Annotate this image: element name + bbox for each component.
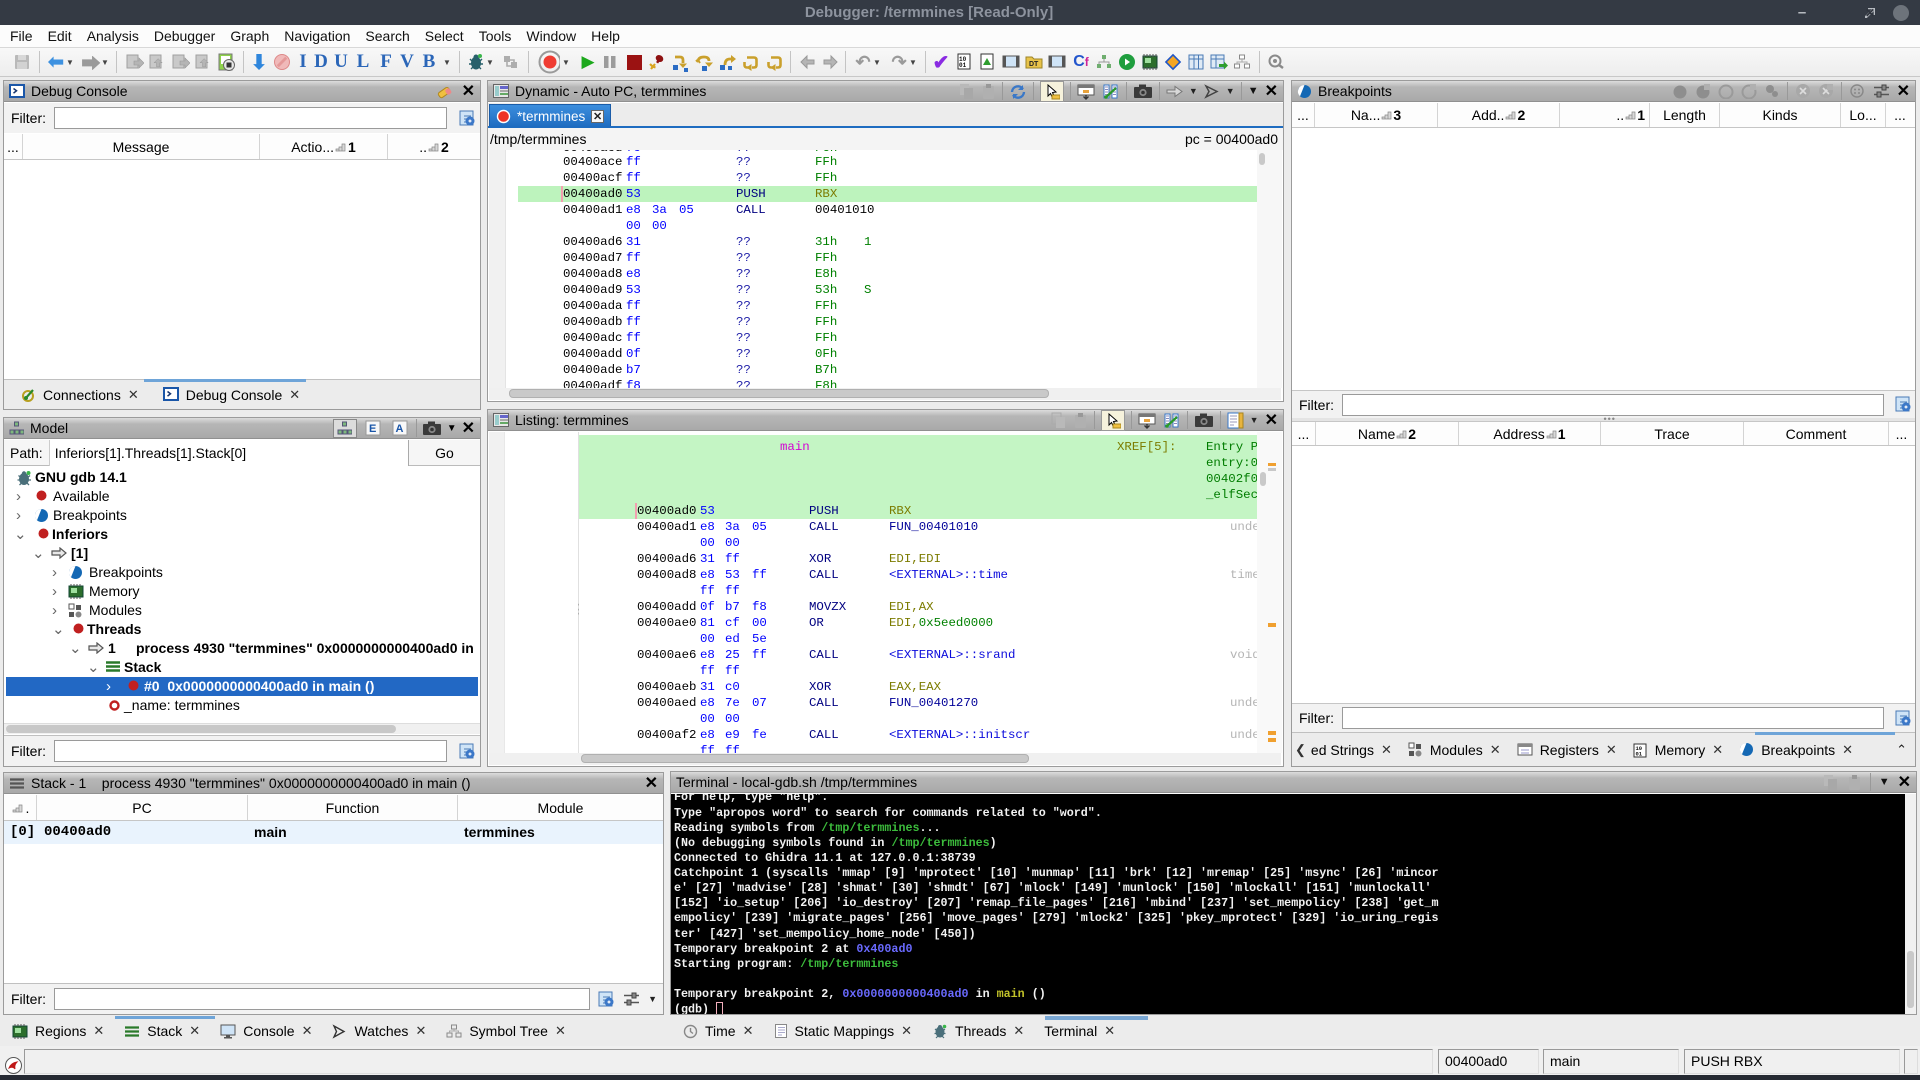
svg-text:DT: DT xyxy=(1029,61,1039,68)
svg-text:E: E xyxy=(369,423,376,435)
svg-text:A: A xyxy=(395,423,403,435)
svg-text:01: 01 xyxy=(1635,750,1642,757)
svg-text:01: 01 xyxy=(959,62,967,69)
